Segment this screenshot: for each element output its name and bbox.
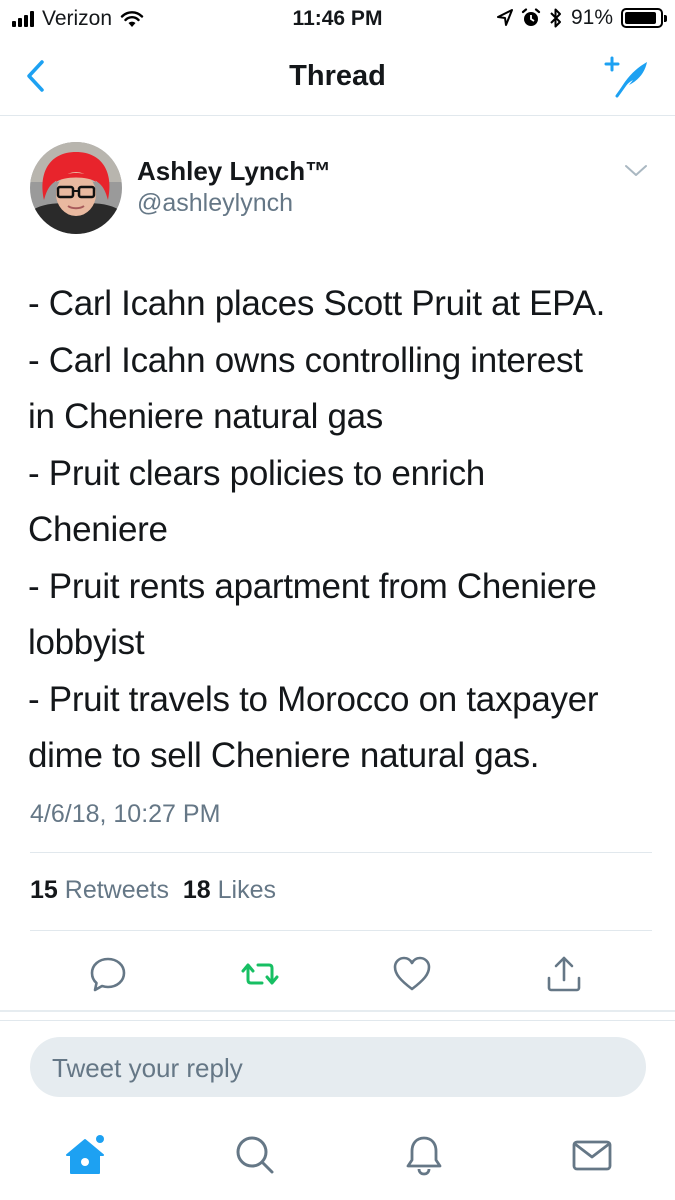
tweet-line: dime to sell Cheniere natural gas. xyxy=(28,736,540,775)
likes-stat[interactable]: 18 Likes xyxy=(183,876,276,904)
home-icon[interactable] xyxy=(63,1133,107,1177)
alarm-icon xyxy=(521,8,541,26)
notifications-icon[interactable] xyxy=(402,1133,446,1177)
tweet-line: - Pruit rents apartment from Cheniere xyxy=(28,566,597,606)
status-right: 91% xyxy=(496,6,667,30)
battery-icon xyxy=(621,8,667,28)
divider xyxy=(0,1010,675,1012)
messages-icon[interactable] xyxy=(570,1133,614,1177)
share-icon[interactable] xyxy=(544,954,584,994)
tweet-line: in Cheniere natural gas xyxy=(28,397,383,436)
retweet-icon[interactable] xyxy=(240,954,280,994)
bluetooth-icon xyxy=(550,8,561,28)
tweet-line: - Pruit clears policies to enrich xyxy=(28,453,485,493)
author-name[interactable]: Ashley Lynch™ xyxy=(137,156,331,187)
divider xyxy=(0,1020,675,1021)
tab-bar xyxy=(0,1115,675,1200)
tweet-actions xyxy=(0,946,675,1006)
tweet-line: - Pruit travels to Morocco on taxpayer xyxy=(28,679,599,719)
tweet-line: lobbyist xyxy=(28,623,145,662)
battery-level xyxy=(625,12,656,24)
reply-icon[interactable] xyxy=(88,954,128,994)
retweets-count: 15 xyxy=(30,876,58,904)
retweets-stat[interactable]: 15 Retweets xyxy=(30,876,169,904)
like-icon[interactable] xyxy=(392,954,432,994)
reply-input[interactable]: Tweet your reply xyxy=(30,1037,646,1097)
avatar-image xyxy=(30,142,122,234)
page-title: Thread xyxy=(289,60,386,92)
status-bar: Verizon 11:46 PM 91% xyxy=(0,0,675,38)
location-icon xyxy=(496,9,513,26)
compose-feather-icon[interactable] xyxy=(603,52,653,102)
nav-bar: Thread xyxy=(0,38,675,116)
tweet-text: - Carl Icahn places Scott Pruit at EPA. … xyxy=(28,276,653,785)
avatar[interactable] xyxy=(30,142,122,234)
reply-placeholder: Tweet your reply xyxy=(52,1053,243,1083)
tweet-stats: 15 Retweets 18 Likes xyxy=(30,876,276,905)
tweet-timestamp: 4/6/18, 10:27 PM xyxy=(30,800,221,828)
author-handle[interactable]: @ashleylynch xyxy=(137,189,293,218)
search-icon[interactable] xyxy=(233,1133,277,1177)
tweet-line: Cheniere xyxy=(28,510,168,549)
battery-percent: 91% xyxy=(570,6,613,29)
tweet-line: - Carl Icahn owns controlling interest xyxy=(28,340,583,380)
chevron-down-icon[interactable] xyxy=(623,158,649,184)
retweets-label: Retweets xyxy=(64,876,169,904)
divider xyxy=(30,930,652,931)
likes-label: Likes xyxy=(217,876,277,904)
divider xyxy=(30,852,652,853)
tweet-line: - Carl Icahn places Scott Pruit at EPA. xyxy=(28,284,606,323)
likes-count: 18 xyxy=(182,876,211,904)
